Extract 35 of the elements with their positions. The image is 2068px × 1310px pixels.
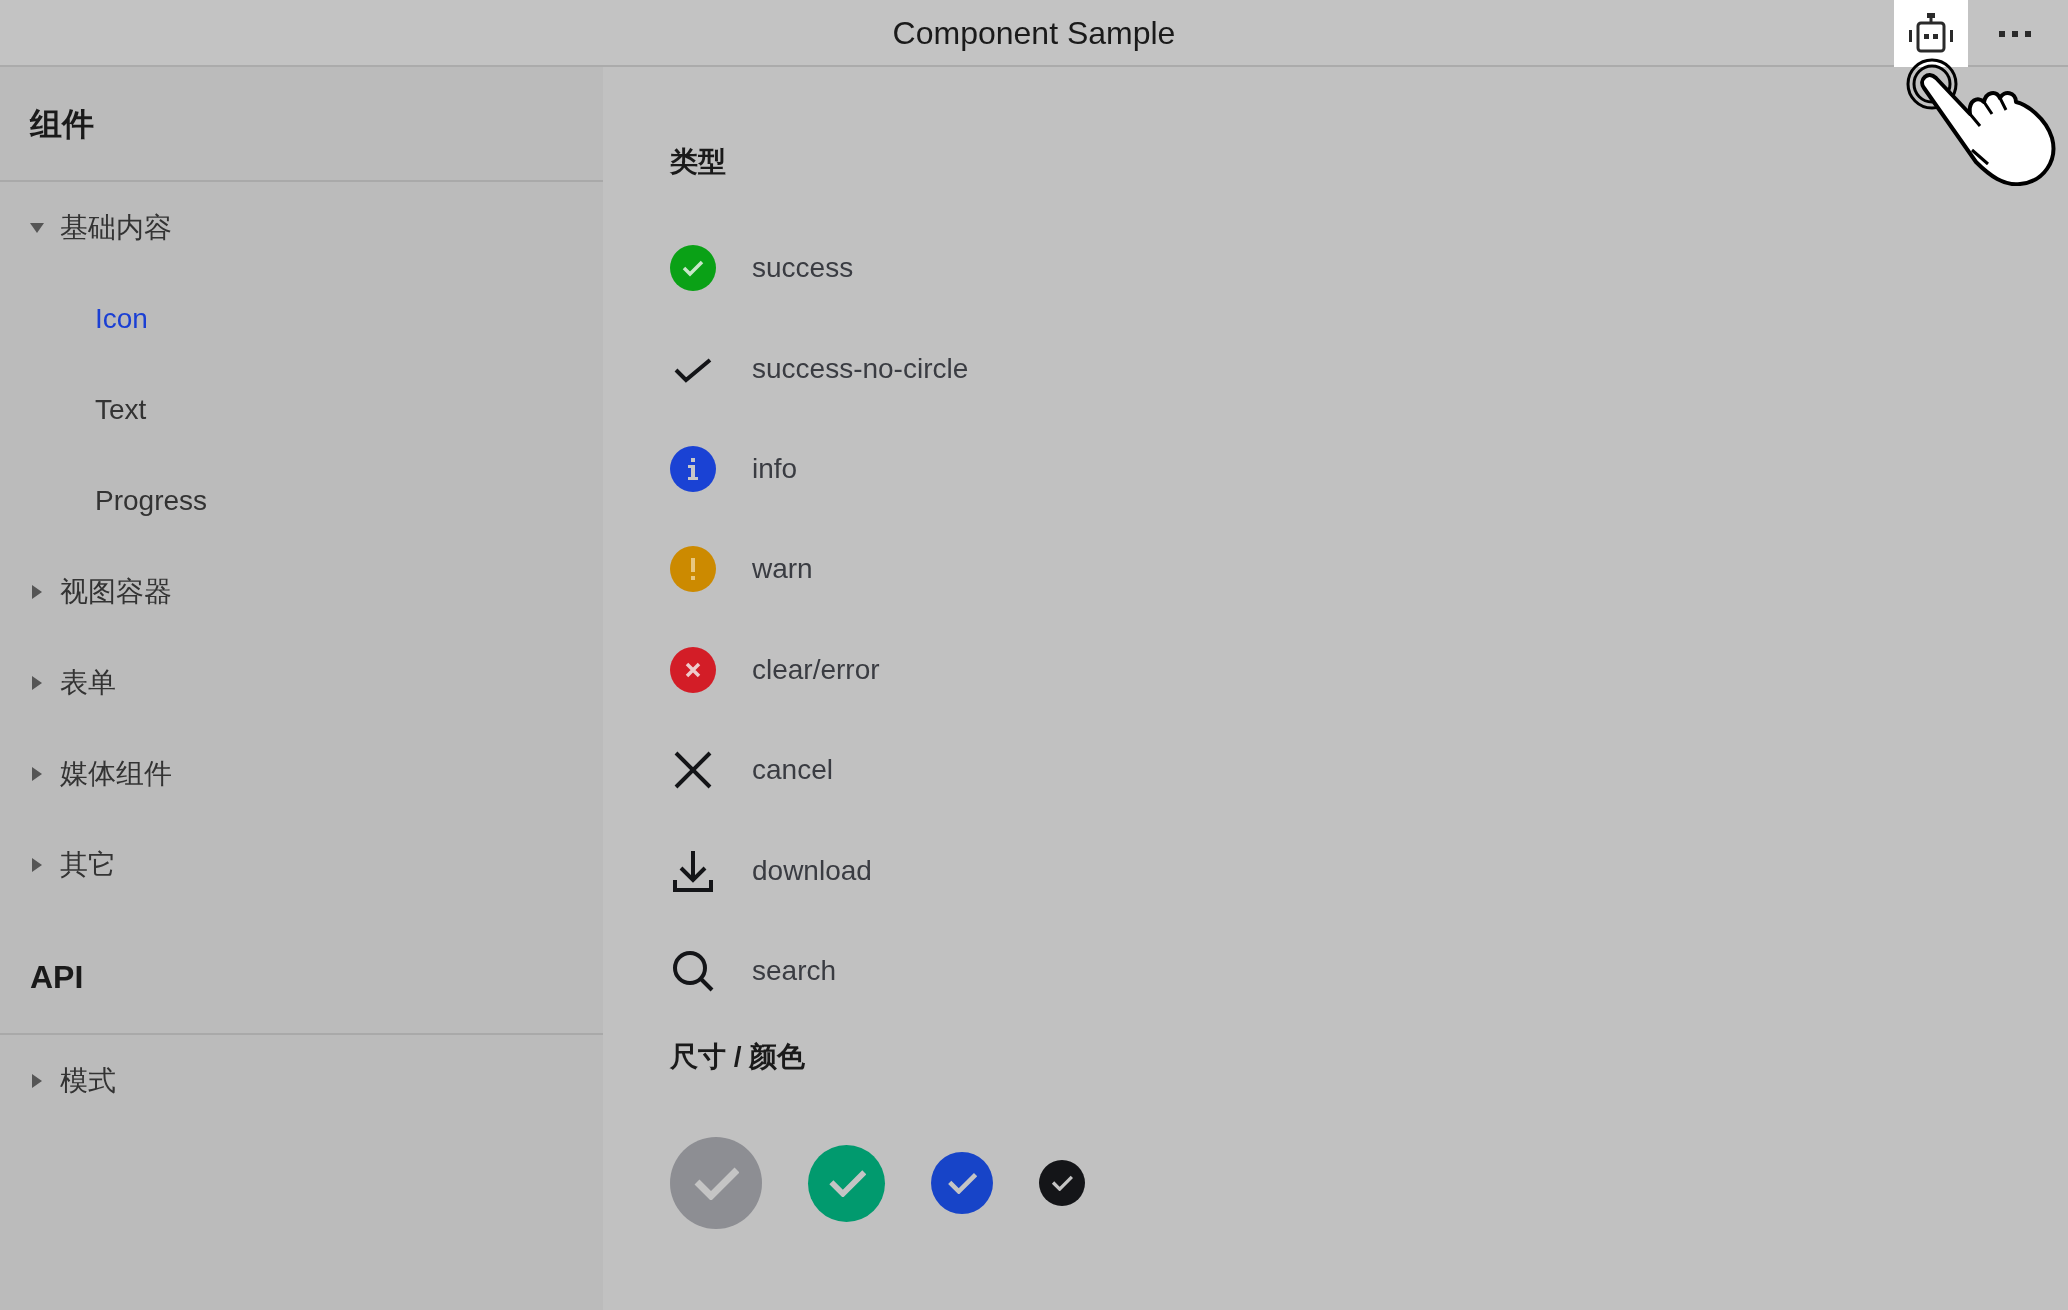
robot-icon xyxy=(1906,11,1956,56)
sidebar-group[interactable]: 模式 xyxy=(0,1035,603,1126)
icon-label: info xyxy=(752,451,798,486)
caret-right-icon xyxy=(32,857,42,872)
sidebar-group[interactable]: 视图容器 xyxy=(0,546,603,637)
error-icon xyxy=(670,646,716,693)
warning-icon xyxy=(670,546,716,593)
caret-right-icon xyxy=(32,584,42,599)
check-circle-icon xyxy=(670,245,716,292)
section-heading: API xyxy=(30,957,84,997)
caret-right-icon xyxy=(32,1073,42,1088)
more-icon xyxy=(1999,29,2031,38)
icon-label: search xyxy=(752,953,837,988)
icon-label: warn xyxy=(752,552,813,587)
icon-label: download xyxy=(752,853,872,888)
caret-right-icon xyxy=(32,766,42,781)
sidebar-group[interactable]: 表单 xyxy=(0,637,603,728)
sidebar-item[interactable]: Text xyxy=(0,364,603,455)
sidebar-group[interactable]: 基础内容 xyxy=(0,182,603,273)
window-title: Component Sample xyxy=(892,13,1176,53)
section-heading: 类型 xyxy=(670,145,727,179)
sidebar-group[interactable]: 媒体组件 xyxy=(0,728,603,819)
sidebar-item[interactable]: Icon xyxy=(0,273,603,364)
icon-label: cancel xyxy=(752,753,833,788)
icon-label: clear/error xyxy=(752,652,880,687)
caret-right-icon xyxy=(32,675,42,690)
sidebar-item[interactable]: Progress xyxy=(0,455,603,546)
caret-down-icon xyxy=(30,222,44,233)
sidebar-group[interactable]: 其它 xyxy=(0,819,603,910)
section-heading: 尺寸 / 颜色 xyxy=(670,1040,807,1075)
icon-label: success-no-circle xyxy=(752,351,969,386)
robot-button[interactable] xyxy=(1894,0,1968,67)
info-icon xyxy=(670,445,716,492)
icon-label: success xyxy=(752,251,854,286)
section-heading: 组件 xyxy=(30,104,94,144)
